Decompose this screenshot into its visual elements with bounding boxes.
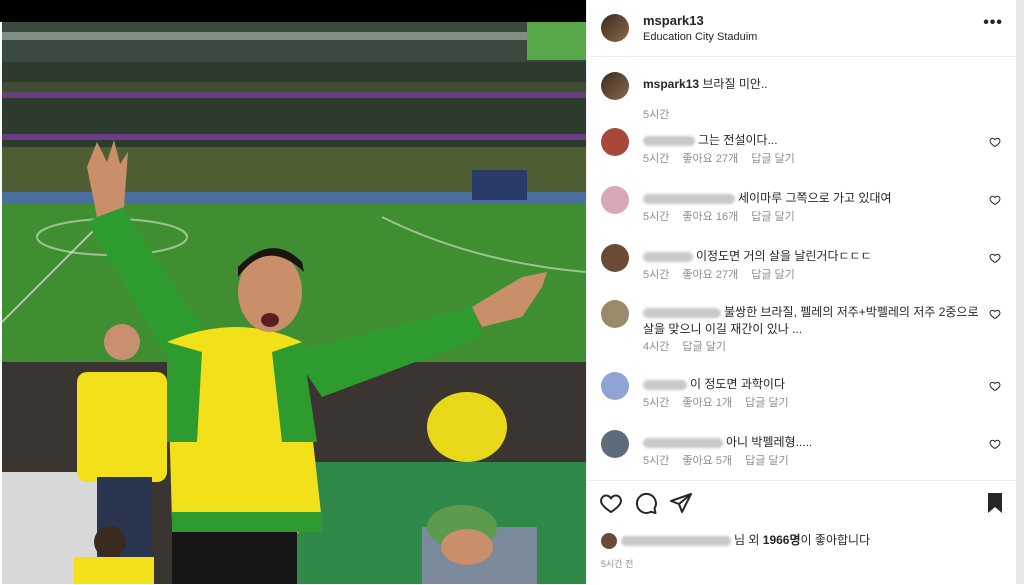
comment-time[interactable]: 5시간 (643, 455, 669, 467)
post-header: mspark13 Education City Staduim ••• (587, 0, 1017, 57)
heart-icon[interactable] (989, 380, 1001, 392)
avatar[interactable] (601, 14, 629, 42)
comment-text: 아니 박펠레형..... (726, 435, 813, 449)
comment-likes[interactable]: 좋아요 5개 (682, 455, 732, 467)
window-edge (1016, 0, 1024, 584)
avatar[interactable] (601, 300, 629, 328)
comment-likes[interactable]: 좋아요 27개 (682, 153, 738, 165)
reply-button[interactable]: 답글 달기 (751, 211, 795, 223)
comment-line: 그는 전설이다... (643, 132, 983, 149)
reply-button[interactable]: 답글 달기 (745, 455, 789, 467)
comment-text: 그는 전설이다... (698, 133, 778, 147)
heart-icon[interactable] (599, 491, 623, 515)
likes-tail: 이 좋아합니다 (800, 533, 871, 547)
comment-meta: 5시간 좋아요 27개 답글 달기 (643, 150, 805, 166)
comment-text: 세이마루 그쪽으로 가고 있대여 (738, 191, 892, 205)
comment-time[interactable]: 5시간 (643, 269, 669, 281)
likes-and: 외 (748, 533, 760, 547)
likes-suffix: 님 (734, 533, 746, 547)
caption-time[interactable]: 5시간 (643, 109, 669, 121)
avatar[interactable] (601, 244, 629, 272)
stadium-photo-illustration (2, 22, 586, 584)
avatar[interactable] (601, 128, 629, 156)
comment-meta: 5시간 좋아요 5개 답글 달기 (643, 452, 799, 468)
comment-meta: 5시간 좋아요 27개 답글 달기 (643, 266, 805, 282)
post-timestamp[interactable]: 5시간 전 (601, 557, 633, 570)
reply-button[interactable]: 답글 달기 (745, 397, 789, 409)
comment-line: 세이마루 그쪽으로 가고 있대여 (643, 190, 983, 207)
likes-summary[interactable]: 님 외 1966명이 좋아합니다 (601, 531, 870, 549)
blurred-username[interactable] (643, 135, 695, 146)
likes-count[interactable]: 1966명 (763, 533, 801, 547)
comment-line: 불쌍한 브라질, 펠레의 저주+박펠레의 저주 2중으로 살을 맞으니 이길 재… (643, 304, 983, 338)
blurred-username[interactable] (643, 379, 687, 390)
comment-text: 이정도면 거의 살을 날린거다ㄷㄷㄷ (696, 249, 872, 263)
comment-line: 이정도면 거의 살을 날린거다ㄷㄷㄷ (643, 248, 983, 265)
comment-likes[interactable]: 좋아요 1개 (682, 397, 732, 409)
bookmark-icon[interactable] (983, 491, 1007, 515)
comment-meta: 4시간 답글 달기 (643, 338, 736, 354)
comment-meta: 5시간 좋아요 16개 답글 달기 (643, 208, 805, 224)
heart-icon[interactable] (989, 252, 1001, 264)
blurred-username[interactable] (643, 193, 735, 204)
comment-line: 아니 박펠레형..... (643, 434, 983, 451)
blurred-username[interactable] (643, 307, 721, 318)
avatar[interactable] (601, 372, 629, 400)
reply-button[interactable]: 답글 달기 (751, 153, 795, 165)
blurred-username[interactable] (643, 251, 693, 262)
comment-icon[interactable] (634, 491, 658, 515)
avatar[interactable] (601, 72, 629, 100)
heart-icon[interactable] (989, 308, 1001, 320)
more-icon[interactable]: ••• (983, 14, 1003, 32)
heart-icon[interactable] (989, 194, 1001, 206)
post-photo[interactable] (2, 22, 586, 584)
comment-time[interactable]: 5시간 (643, 211, 669, 223)
comment-likes[interactable]: 좋아요 16개 (682, 211, 738, 223)
reply-button[interactable]: 답글 달기 (751, 269, 795, 281)
comment-time[interactable]: 5시간 (643, 153, 669, 165)
top-black-bar (0, 0, 586, 22)
comment-text: 이 정도면 과학이다 (690, 377, 785, 391)
avatar[interactable] (601, 430, 629, 458)
comment-likes[interactable]: 좋아요 27개 (682, 269, 738, 281)
comment-time[interactable]: 5시간 (643, 397, 669, 409)
comment-meta: 5시간 좋아요 1개 답글 달기 (643, 394, 799, 410)
caption-line: mspark13 브라질 미안.. (643, 76, 983, 93)
caption-username[interactable]: mspark13 (643, 77, 699, 91)
share-icon[interactable] (669, 491, 693, 515)
heart-icon[interactable] (989, 136, 1001, 148)
comment-line: 이 정도면 과학이다 (643, 376, 983, 393)
caption-meta: 5시간 (643, 106, 679, 122)
post-sidebar: mspark13 Education City Staduim ••• mspa… (586, 0, 1017, 584)
heart-icon[interactable] (989, 438, 1001, 450)
blurred-username[interactable] (621, 535, 731, 546)
post-username[interactable]: mspark13 (643, 13, 704, 28)
post-actions: 님 외 1966명이 좋아합니다 5시간 전 (587, 480, 1017, 585)
comment-time[interactable]: 4시간 (643, 341, 669, 353)
caption-text: 브라질 미안.. (702, 77, 768, 91)
post-location[interactable]: Education City Staduim (643, 31, 757, 43)
comments-list: mspark13 브라질 미안.. 5시간 그는 전설이다... 5시간 좋아요… (587, 60, 1017, 478)
blurred-username[interactable] (643, 437, 723, 448)
avatar[interactable] (601, 186, 629, 214)
avatar (601, 532, 617, 549)
reply-button[interactable]: 답글 달기 (682, 341, 726, 353)
